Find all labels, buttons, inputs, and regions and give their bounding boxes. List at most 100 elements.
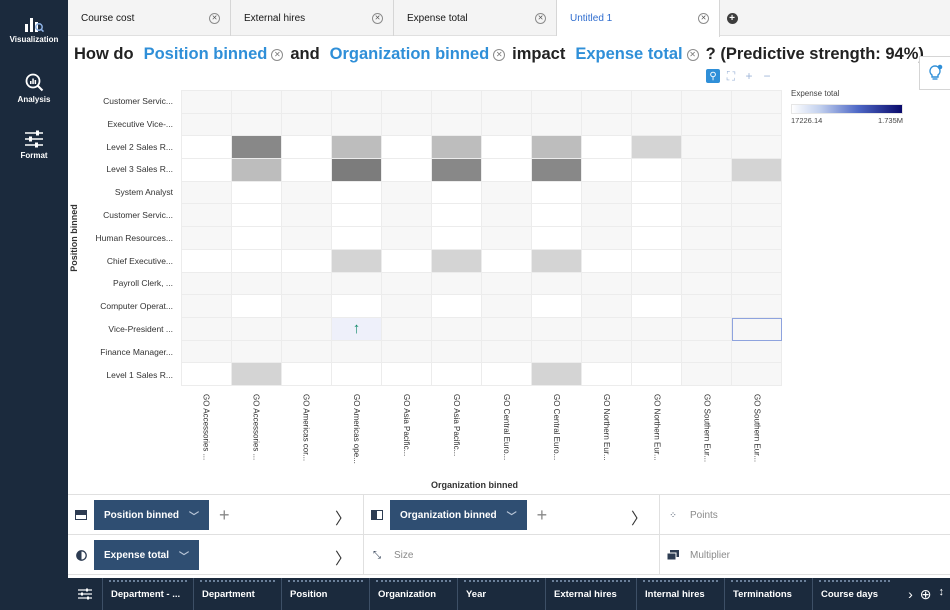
heatmap-cell[interactable] (682, 295, 732, 318)
chevron-right-icon[interactable]: › (908, 586, 913, 603)
heatmap-cell[interactable] (182, 340, 232, 364)
heatmap-cell[interactable] (532, 159, 582, 182)
heatmap-cell[interactable] (532, 136, 582, 160)
add-row-field-button[interactable]: + (219, 505, 230, 526)
heatmap-cell[interactable] (332, 181, 382, 205)
heatmap-cell[interactable] (632, 181, 682, 205)
heatmap-cell[interactable] (632, 249, 682, 273)
heatmap-cell[interactable] (382, 159, 432, 182)
heatmap-cell[interactable] (332, 249, 382, 273)
heatmap-cell[interactable] (382, 181, 432, 205)
heatmap-cell[interactable] (682, 181, 732, 205)
data-field-internal-hires[interactable]: Internal hires (636, 578, 724, 610)
heatmap-cell[interactable] (182, 317, 232, 341)
heatmap-cell[interactable] (182, 181, 232, 205)
heatmap-cell[interactable] (732, 113, 782, 137)
heatmap-cell[interactable] (282, 295, 332, 318)
heatmap-cell[interactable] (632, 363, 682, 386)
chevron-right-icon[interactable]: 〉 (631, 505, 647, 529)
heatmap-cell[interactable] (582, 227, 632, 250)
heatmap-cell[interactable] (182, 363, 232, 386)
heatmap-cell[interactable] (532, 340, 582, 364)
heatmap-cell[interactable] (382, 295, 432, 318)
tab-course-cost[interactable]: Course cost ✕ (68, 0, 231, 36)
heatmap-cell[interactable] (682, 249, 732, 273)
heatmap-cell[interactable] (432, 295, 482, 318)
heatmap-cell[interactable] (432, 204, 482, 228)
heatmap-cell[interactable] (532, 91, 582, 114)
data-field-department-group[interactable]: Department - ... (102, 578, 193, 610)
heatmap-cell[interactable] (432, 136, 482, 160)
heatmap-cell[interactable] (482, 340, 532, 364)
data-field-course-days[interactable]: Course days (812, 578, 896, 610)
heatmap-cell[interactable] (482, 204, 532, 228)
heatmap-cell[interactable] (282, 272, 332, 296)
heatmap-cell[interactable]: ↑ (332, 317, 382, 341)
heatmap-cell[interactable] (182, 91, 232, 114)
heatmap-cell[interactable] (732, 136, 782, 160)
add-icon[interactable]: + (742, 69, 756, 83)
heatmap-cell[interactable] (282, 91, 332, 114)
heatmap-cell[interactable] (332, 272, 382, 296)
heatmap-cell[interactable] (382, 91, 432, 114)
heatmap-cell[interactable] (682, 113, 732, 137)
heatmap-cell[interactable] (232, 181, 282, 205)
heatmap-cell[interactable] (582, 91, 632, 114)
heatmap-cell[interactable] (182, 249, 232, 273)
heatmap-cell[interactable] (332, 204, 382, 228)
heatmap-cell[interactable] (332, 113, 382, 137)
heatmap-cell[interactable] (282, 340, 332, 364)
close-icon[interactable]: ✕ (698, 13, 709, 24)
heatmap-cell[interactable] (332, 340, 382, 364)
heatmap-cell[interactable] (182, 113, 232, 137)
heatmap-cell[interactable] (732, 295, 782, 318)
heatmap-cell[interactable] (632, 295, 682, 318)
heatmap-cell[interactable] (232, 272, 282, 296)
question-field-position[interactable]: Position binned (144, 45, 268, 64)
multiplier-slot[interactable]: Multiplier (660, 535, 950, 575)
heatmap-cell[interactable] (682, 91, 732, 114)
heatmap-cell[interactable] (282, 181, 332, 205)
heatmap-cell[interactable] (382, 136, 432, 160)
heatmap-cell[interactable] (582, 249, 632, 273)
heatmap-cell[interactable] (582, 317, 632, 341)
heatmap-cell[interactable] (432, 340, 482, 364)
question-field-expense[interactable]: Expense total (575, 45, 682, 64)
heatmap-cell[interactable] (682, 272, 732, 296)
heatmap-cell[interactable] (282, 159, 332, 182)
heatmap-cell[interactable] (582, 159, 632, 182)
rail-format[interactable]: Format (0, 112, 68, 168)
heatmap-cell[interactable] (632, 204, 682, 228)
remove-field-icon[interactable]: ✕ (271, 48, 284, 61)
close-icon[interactable]: ✕ (535, 12, 546, 24)
heatmap-cell[interactable] (582, 363, 632, 386)
heatmap-cell[interactable] (532, 295, 582, 318)
heatmap-cell[interactable] (382, 249, 432, 273)
heatmap-cell[interactable] (282, 204, 332, 228)
size-slot[interactable]: ⤡ Size (364, 535, 660, 575)
heatmap-cell[interactable] (632, 227, 682, 250)
heatmap-cell[interactable] (732, 181, 782, 205)
heatmap-cell[interactable] (232, 227, 282, 250)
data-field-terminations[interactable]: Terminations (724, 578, 812, 610)
heatmap-cell[interactable] (532, 181, 582, 205)
rail-visualization[interactable]: Visualization (0, 0, 68, 56)
heatmap-cell[interactable] (582, 340, 632, 364)
heatmap-cell[interactable] (532, 317, 582, 341)
heatmap-cell[interactable] (282, 249, 332, 273)
data-field-year[interactable]: Year (457, 578, 545, 610)
heatmap-cell[interactable] (632, 113, 682, 137)
heatmap-cell[interactable] (582, 181, 632, 205)
insights-toggle-icon[interactable]: ⚲ (706, 69, 720, 83)
minus-icon[interactable]: − (760, 69, 774, 83)
heatmap-cell[interactable] (482, 136, 532, 160)
assistant-button[interactable] (919, 56, 950, 90)
heatmap-cell[interactable] (582, 113, 632, 137)
heatmap-cell[interactable] (432, 181, 482, 205)
heatmap-cell[interactable] (582, 204, 632, 228)
heatmap-cell[interactable] (682, 227, 732, 250)
heatmap-cell[interactable] (482, 159, 532, 182)
heatmap-cell[interactable] (732, 159, 782, 182)
heatmap-cell[interactable] (332, 227, 382, 250)
heatmap-cell[interactable] (582, 295, 632, 318)
